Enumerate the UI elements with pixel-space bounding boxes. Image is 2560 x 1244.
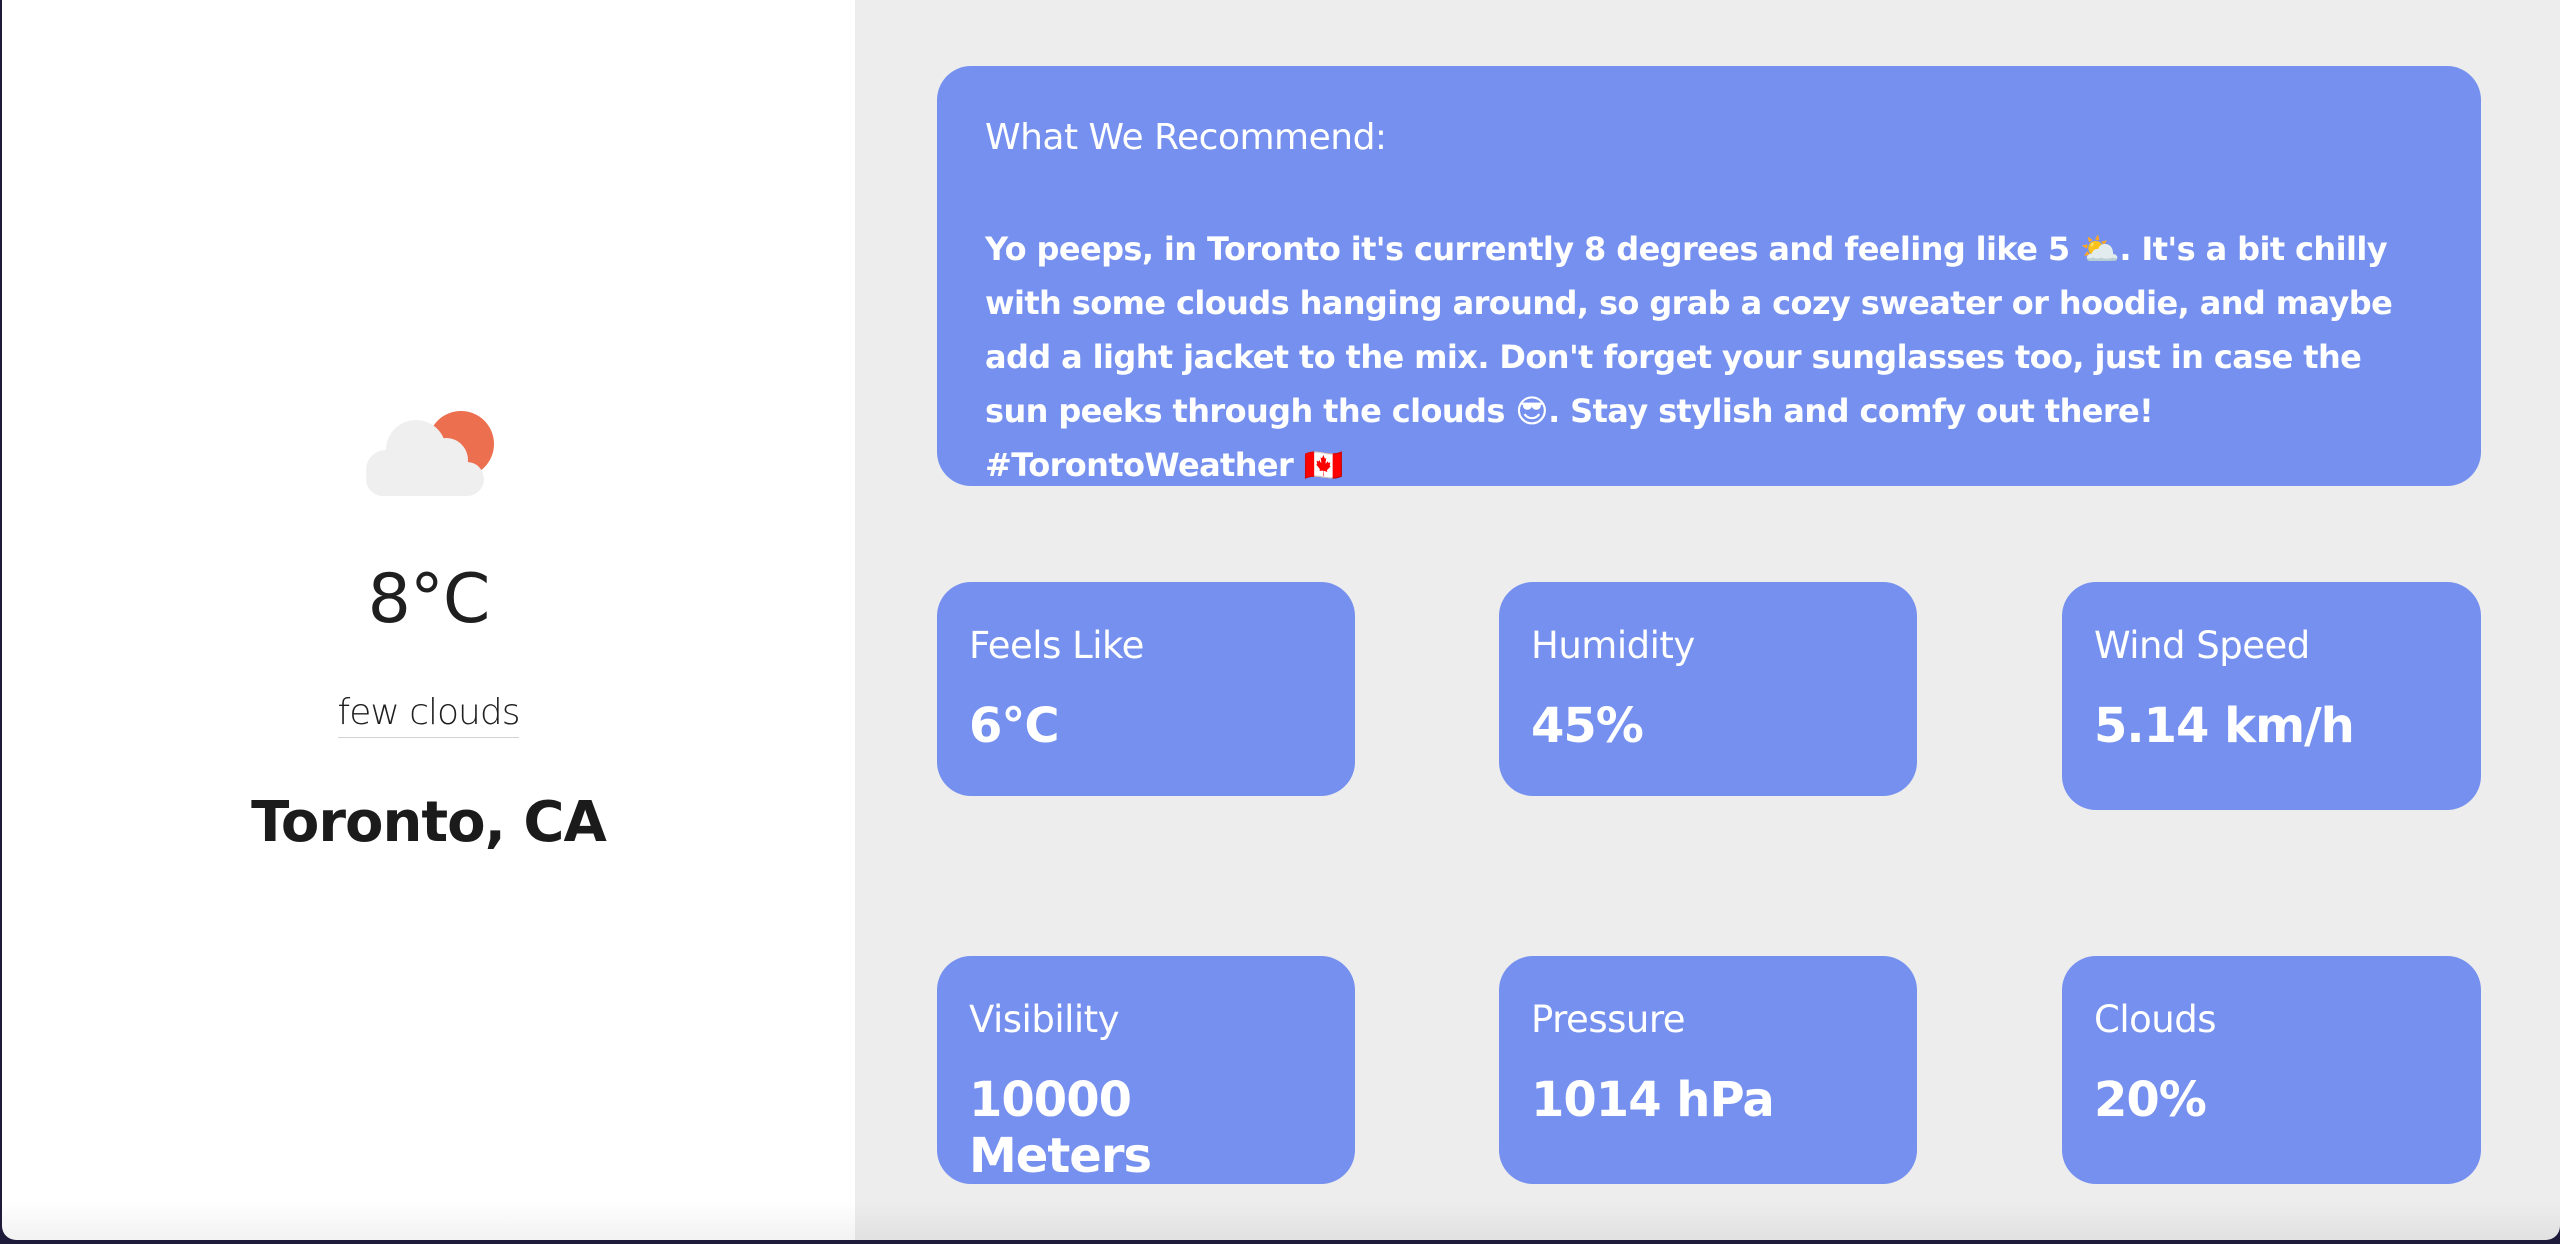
stat-card-feels-like: Feels Like 6°C [937, 582, 1355, 796]
recommendation-text: Yo peeps, in Toronto it's currently 8 de… [985, 230, 2393, 484]
stat-label: Humidity [1531, 624, 1695, 667]
bottom-shadow [855, 1200, 2560, 1240]
recommendation-title: What We Recommend: [985, 117, 1387, 158]
stat-card-visibility: Visibility 10000 Meters [937, 956, 1355, 1184]
stat-value: 1014 hPa [1531, 1072, 1775, 1128]
stat-value: 10000 Meters [969, 1072, 1152, 1184]
weather-description: few clouds [337, 692, 520, 738]
stat-card-clouds: Clouds 20% [2062, 956, 2481, 1184]
stat-value: 45% [1531, 698, 1644, 754]
location-name: Toronto, CA [251, 790, 607, 855]
stat-card-wind-speed: Wind Speed 5.14 km/h [2062, 582, 2481, 810]
temperature: 8°C [367, 560, 491, 639]
few-clouds-icon [366, 411, 494, 496]
weather-description-wrap: few clouds [2, 692, 855, 738]
stat-card-humidity: Humidity 45% [1499, 582, 1917, 796]
stat-label: Pressure [1531, 998, 1686, 1041]
stat-label: Wind Speed [2094, 624, 2310, 667]
stat-label: Feels Like [969, 624, 1144, 667]
details-panel: What We Recommend: Yo peeps, in Toronto … [855, 0, 2560, 1240]
stat-value: 20% [2094, 1072, 2207, 1128]
stat-label: Clouds [2094, 998, 2216, 1041]
stat-value: 5.14 km/h [2094, 698, 2355, 754]
stat-label: Visibility [969, 998, 1120, 1041]
stat-value: 6°C [969, 698, 1060, 754]
recommendation-card: What We Recommend: Yo peeps, in Toronto … [937, 66, 2481, 486]
current-weather-panel: 8°C few clouds Toronto, CA [2, 0, 855, 1240]
stat-card-pressure: Pressure 1014 hPa [1499, 956, 1917, 1184]
weather-app: 8°C few clouds Toronto, CA What We Recom… [2, 0, 2560, 1240]
bottom-shadow [2, 1200, 855, 1240]
